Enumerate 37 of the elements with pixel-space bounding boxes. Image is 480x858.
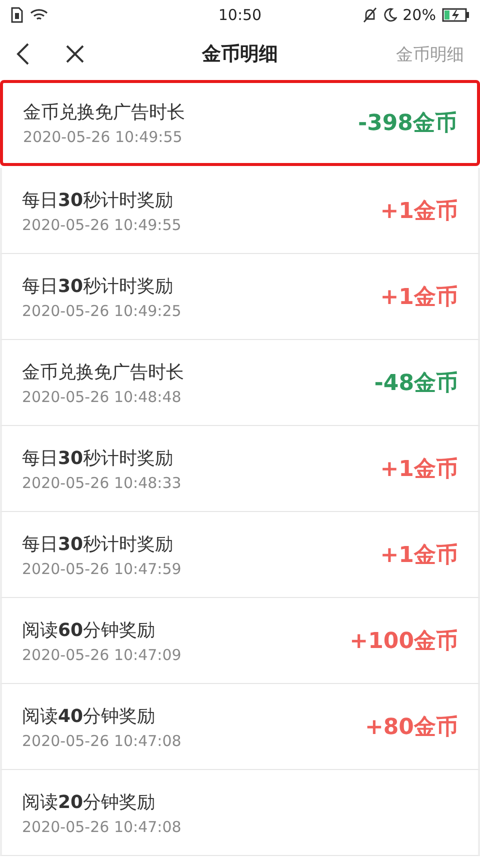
record-title: 阅读20分钟奖励 — [22, 790, 156, 814]
record-title: 每日30秒计时奖励 — [22, 274, 174, 298]
close-icon[interactable] — [66, 45, 84, 63]
sim-icon — [10, 7, 24, 23]
battery-percent: 20% — [402, 6, 436, 24]
coin-amount: +1金币 — [380, 542, 458, 570]
record-time: 2020-05-26 10:47:09 — [22, 646, 182, 664]
record-time: 2020-05-26 10:47:59 — [22, 560, 182, 578]
header-link[interactable]: 金币明细 — [278, 42, 464, 66]
record-time: 2020-05-26 10:48:48 — [22, 388, 182, 406]
record-title: 每日30秒计时奖励 — [22, 446, 174, 470]
coin-amount: +100金币 — [350, 628, 458, 656]
clock: 10:50 — [217, 6, 263, 24]
record-time: 2020-05-26 10:48:33 — [22, 474, 182, 492]
coin-amount: -48金币 — [374, 370, 458, 398]
record-time: 2020-05-26 10:49:25 — [22, 302, 182, 320]
record-title: 每日30秒计时奖励 — [22, 188, 174, 212]
moon-icon — [382, 8, 397, 22]
record-title: 金币兑换免广告时长 — [23, 101, 185, 124]
wifi-icon — [30, 8, 48, 22]
bell-off-icon — [362, 7, 377, 23]
coin-amount: -398金币 — [358, 110, 457, 138]
page-title: 金币明细 — [202, 42, 278, 67]
record-title: 金币兑换免广告时长 — [22, 360, 184, 384]
back-icon[interactable] — [16, 42, 30, 66]
record-title: 阅读60分钟奖励 — [22, 618, 156, 642]
coin-amount: +1金币 — [380, 456, 458, 484]
coin-amount: +80金币 — [364, 714, 458, 742]
coin-amount: +1金币 — [380, 198, 458, 226]
battery-charging-icon — [442, 8, 470, 22]
coin-amount: +1金币 — [380, 284, 458, 312]
record-time: 2020-05-26 10:47:08 — [22, 732, 182, 750]
record-time: 2020-05-26 10:49:55 — [23, 128, 184, 146]
record-time: 2020-05-26 10:47:08 — [22, 818, 182, 836]
record-title: 阅读40分钟奖励 — [22, 704, 156, 728]
record-title: 每日30秒计时奖励 — [22, 532, 174, 556]
record-time: 2020-05-26 10:49:55 — [22, 216, 182, 234]
